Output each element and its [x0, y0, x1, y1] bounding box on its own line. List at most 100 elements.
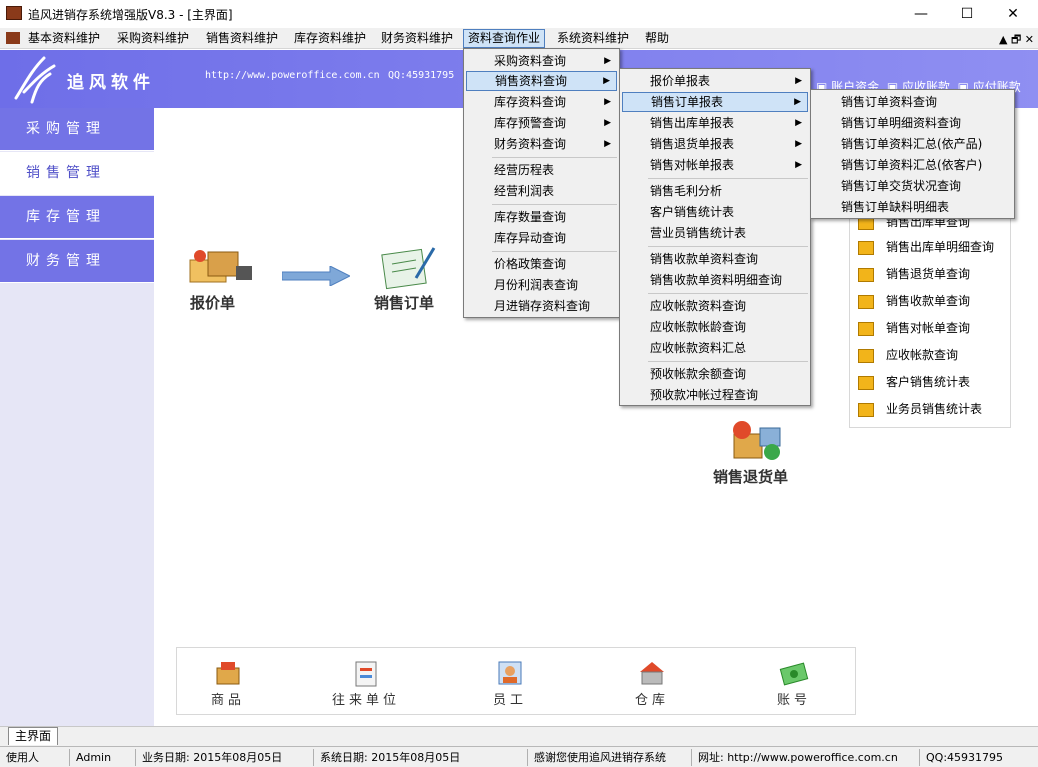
menu-help[interactable]: 帮助	[641, 29, 673, 48]
submenu-arrow-icon: ▶	[604, 118, 611, 128]
flow-arrow-icon	[282, 266, 350, 286]
menu-separator	[648, 178, 808, 179]
report-icon	[858, 267, 874, 282]
quick-item[interactable]: 客户销售统计表	[858, 371, 970, 393]
menu1-inventory-query[interactable]: 库存资料查询 ▶	[466, 92, 617, 112]
menu-basic-data[interactable]: 基本资料维护	[24, 29, 104, 48]
status-sys-date: 系统日期: 2015年08月05日	[316, 749, 528, 766]
menu2-return-report[interactable]: 销售退货单报表 ▶	[622, 134, 808, 154]
menu-bar: 基本资料维护 采购资料维护 销售资料维护 库存资料维护 财务资料维护 资料查询作…	[0, 28, 1038, 49]
status-site: 网址: http://www.poweroffice.com.cn	[694, 749, 920, 766]
brand-name: 追风软件	[67, 73, 155, 93]
submenu-arrow-icon: ▶	[795, 160, 802, 170]
quote-label[interactable]: 报价单	[190, 292, 235, 313]
menu2-ar-query[interactable]: 应收帐款资料查询	[622, 296, 808, 316]
employee-icon	[498, 661, 522, 685]
submenu-arrow-icon: ▶	[795, 76, 802, 86]
menu3-order-query[interactable]: 销售订单资料查询	[813, 92, 1012, 112]
status-user-label: 使用人	[2, 749, 70, 766]
menu1-purchase-query[interactable]: 采购资料查询 ▶	[466, 51, 617, 71]
menu3-order-sum-customer[interactable]: 销售订单资料汇总(依客户)	[813, 155, 1012, 175]
submenu-arrow-icon: ▶	[604, 139, 611, 149]
sales-order-icon[interactable]	[380, 244, 436, 290]
menu2-receipt-detail[interactable]: 销售收款单资料明细查询	[622, 270, 808, 290]
quick-item[interactable]: 销售退货单查询	[858, 263, 970, 285]
menu1-monthly-psi[interactable]: 月进销存资料查询	[466, 296, 617, 316]
menu3-order-detail[interactable]: 销售订单明细资料查询	[813, 113, 1012, 133]
minimize-button[interactable]: —	[898, 0, 944, 28]
sidebar-item-finance[interactable]: 财务管理	[0, 240, 154, 283]
menu3-shortage-detail[interactable]: 销售订单缺料明细表	[813, 197, 1012, 217]
status-qq: QQ:45931795	[926, 751, 1004, 764]
sidebar-item-inventory[interactable]: 库存管理	[0, 196, 154, 239]
report-icon	[858, 375, 874, 390]
quick-item[interactable]: 业务员销售统计表	[858, 398, 982, 420]
menu2-prepaid-offset[interactable]: 预收款冲帐过程查询	[622, 385, 808, 405]
tab-strip	[0, 726, 1038, 746]
menu2-customer-stats[interactable]: 客户销售统计表	[622, 202, 808, 222]
quick-item[interactable]: 销售出库单明细查询	[858, 236, 994, 258]
sidebar-item-sales[interactable]: 销售管理	[0, 152, 154, 195]
app-icon	[6, 6, 22, 20]
logo-icon	[14, 56, 56, 104]
submenu-arrow-icon: ▶	[795, 118, 802, 128]
sales-return-label[interactable]: 销售退货单	[713, 466, 788, 487]
menu2-ar-summary[interactable]: 应收帐款资料汇总	[622, 338, 808, 358]
menu1-stock-qty[interactable]: 库存数量查询	[466, 207, 617, 227]
menu1-business-profit[interactable]: 经营利润表	[466, 181, 617, 201]
sidebar-item-purchase[interactable]: 采购管理	[0, 108, 154, 151]
warehouse-button[interactable]: 仓库	[607, 648, 697, 716]
menu2-quote-report[interactable]: 报价单报表 ▶	[622, 71, 808, 91]
tab-main[interactable]: 主界面	[8, 727, 58, 745]
box-icon	[216, 662, 240, 685]
menu3-order-sum-product[interactable]: 销售订单资料汇总(依产品)	[813, 134, 1012, 154]
menu2-statement-report[interactable]: 销售对帐单报表 ▶	[622, 155, 808, 175]
menu1-sales-query[interactable]: 销售资料查询 ▶	[466, 71, 617, 91]
menu1-finance-query[interactable]: 财务资料查询 ▶	[466, 134, 617, 154]
menu-system[interactable]: 系统资料维护	[553, 29, 633, 48]
menu-separator	[648, 293, 808, 294]
menu-purchase-data[interactable]: 采购资料维护	[113, 29, 193, 48]
menu3-delivery-status[interactable]: 销售订单交货状况查询	[813, 176, 1012, 196]
partners-button[interactable]: 往来单位	[321, 648, 411, 716]
menu2-ar-aging[interactable]: 应收帐款帐龄查询	[622, 317, 808, 337]
menu-inventory-data[interactable]: 库存资料维护	[290, 29, 370, 48]
banner-url[interactable]: http://www.poweroffice.com.cn	[205, 70, 380, 81]
menu1-stock-warning[interactable]: 库存预警查询 ▶	[466, 113, 617, 133]
menu1-stock-change[interactable]: 库存异动查询	[466, 228, 617, 248]
sales-return-icon[interactable]	[728, 418, 784, 464]
status-biz-date: 业务日期: 2015年08月05日	[138, 749, 314, 766]
sales-query-submenu: 报价单报表 ▶ 销售订单报表 ▶ 销售出库单报表 ▶ 销售退货单报表 ▶ 销售对帐单报表…	[619, 68, 811, 406]
menu2-gross-profit[interactable]: 销售毛利分析	[622, 181, 808, 201]
menu-query[interactable]: 资料查询作业	[463, 29, 546, 48]
menu1-monthly-profit[interactable]: 月份利润表查询	[466, 275, 617, 295]
staff-button[interactable]: 员工	[465, 648, 555, 716]
menu2-salesman-stats[interactable]: 营业员销售统计表	[622, 223, 808, 243]
menu1-business-history[interactable]: 经营历程表	[466, 160, 617, 180]
status-thanks: 感谢您使用追风进销存系统	[530, 749, 692, 766]
mdi-controls[interactable]: ▲ 🗗 ✕	[999, 31, 1034, 50]
status-bar: 使用人 Admin 业务日期: 2015年08月05日 系统日期: 2015年0…	[0, 746, 1038, 767]
sidebar: 采购管理 销售管理 库存管理 财务管理	[0, 108, 154, 726]
close-button[interactable]: ✕	[990, 0, 1036, 28]
menu-finance-data[interactable]: 财务资料维护	[377, 29, 457, 48]
maximize-button[interactable]: ☐	[944, 0, 990, 28]
money-icon	[779, 662, 809, 686]
quote-icon[interactable]	[186, 246, 256, 288]
menu-app-icon	[6, 32, 20, 44]
menu2-delivery-report[interactable]: 销售出库单报表 ▶	[622, 113, 808, 133]
submenu-arrow-icon: ▶	[604, 56, 611, 66]
menu-separator	[648, 361, 808, 362]
quick-item[interactable]: 销售对帐单查询	[858, 317, 970, 339]
report-icon	[858, 402, 874, 417]
menu2-receipt-query[interactable]: 销售收款单资料查询	[622, 249, 808, 269]
account-button[interactable]: 账号	[749, 648, 839, 716]
menu2-order-report[interactable]: 销售订单报表 ▶	[622, 92, 808, 112]
menu-sales-data[interactable]: 销售资料维护	[202, 29, 282, 48]
sales-order-label[interactable]: 销售订单	[374, 292, 434, 313]
menu2-prepaid-balance[interactable]: 预收帐款余额查询	[622, 364, 808, 384]
goods-button[interactable]: 商品	[183, 648, 273, 716]
menu1-price-policy[interactable]: 价格政策查询	[466, 254, 617, 274]
quick-item[interactable]: 应收帐款查询	[858, 344, 958, 366]
quick-item[interactable]: 销售收款单查询	[858, 290, 970, 312]
